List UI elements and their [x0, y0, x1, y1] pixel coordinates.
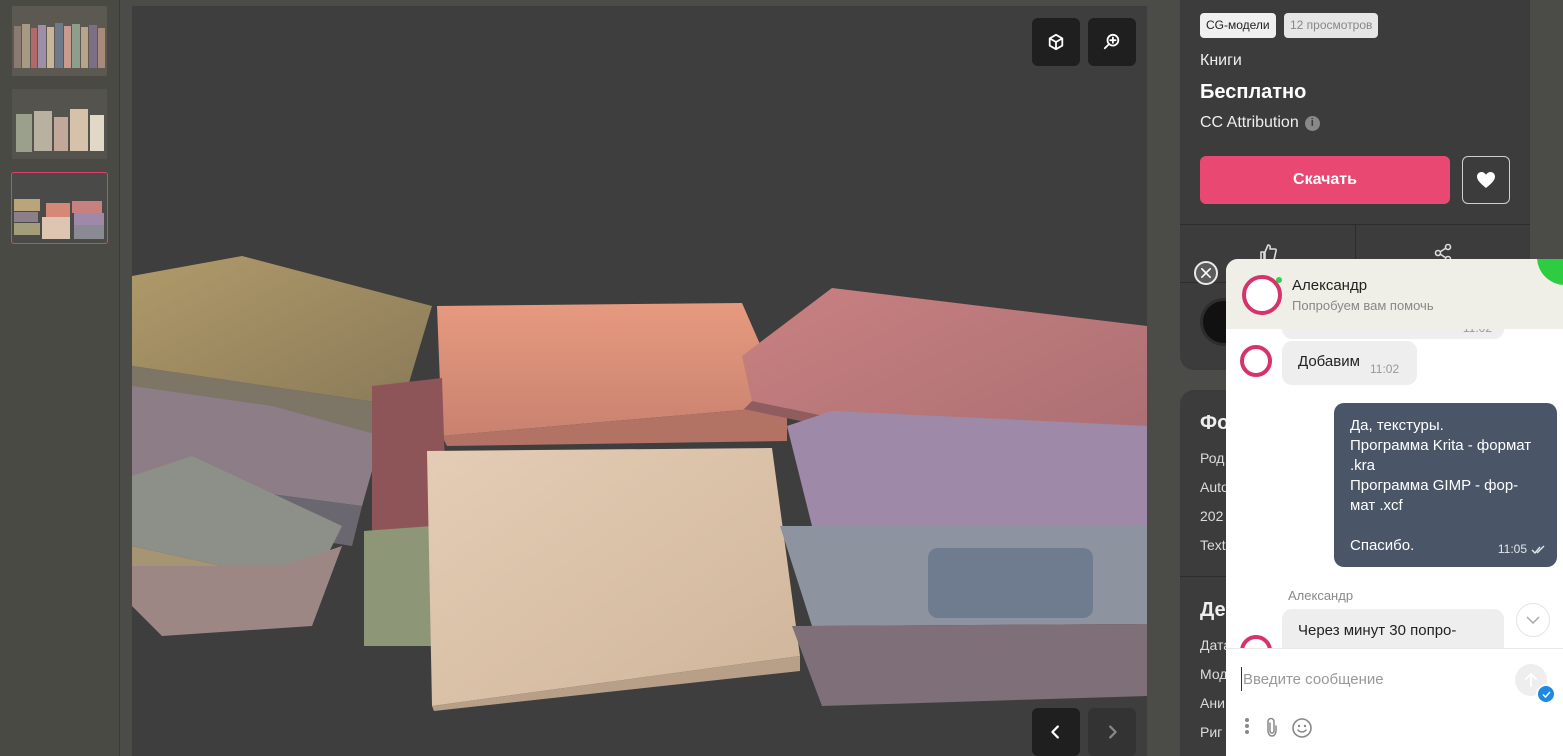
details-row: Род — [1200, 450, 1225, 466]
arrow-up-icon — [1525, 673, 1537, 687]
double-check-icon — [1531, 545, 1545, 554]
views-badge: 12 просмотров — [1284, 13, 1379, 38]
agent-avatar — [1240, 345, 1272, 377]
chat-input-area — [1226, 648, 1563, 756]
chevron-right-icon — [1109, 725, 1117, 739]
message-input[interactable] — [1241, 667, 1501, 691]
favorite-button[interactable] — [1462, 156, 1510, 204]
scroll-down-button[interactable] — [1516, 603, 1550, 637]
next-image-button[interactable] — [1088, 708, 1136, 756]
message-line: Программа Krita - формат .kra — [1350, 437, 1532, 474]
page-gap — [1147, 0, 1180, 756]
message-time: 11:05 — [1497, 542, 1527, 556]
license-label: CC Attribution — [1200, 114, 1299, 131]
details-row: Риг — [1200, 724, 1223, 740]
heart-icon — [1477, 172, 1495, 188]
message-text: Добавим — [1298, 353, 1360, 370]
zoom-in-icon — [1103, 33, 1120, 50]
chevron-down-icon — [1526, 616, 1540, 624]
thumbnail-books-stacks[interactable] — [11, 172, 108, 244]
chat-close-button[interactable] — [1194, 261, 1218, 285]
message-line: Да, текстуры. — [1350, 417, 1444, 434]
product-title: Книги — [1200, 52, 1242, 69]
view-3d-button[interactable] — [1032, 18, 1080, 66]
message-sender: Александр — [1288, 588, 1354, 603]
thumbnail-books-row[interactable] — [12, 6, 107, 76]
chat-header: Александр Попробуем вам помочь — [1226, 259, 1563, 329]
license-row: CC Attribution i — [1200, 114, 1320, 132]
outgoing-message: Да, текстуры. Программа Krita - формат .… — [1334, 403, 1557, 567]
emoji-icon[interactable] — [1291, 717, 1313, 739]
books-render — [132, 256, 1147, 711]
close-icon — [1201, 268, 1211, 278]
thumbnail-books-standing[interactable] — [12, 89, 107, 159]
info-icon[interactable]: i — [1304, 115, 1320, 131]
thumbnail-strip — [0, 0, 120, 756]
check-badge — [1536, 684, 1556, 704]
agent-name: Александр — [1292, 277, 1368, 294]
message-time: 11:02 — [1370, 362, 1400, 376]
section-heading: Фо — [1200, 412, 1230, 434]
status-corner — [1537, 259, 1563, 285]
details-row: Мод — [1200, 666, 1228, 682]
attach-icon[interactable] — [1265, 717, 1279, 737]
details-row: 202 — [1200, 508, 1224, 524]
product-price: Бесплатно — [1200, 81, 1307, 103]
message-line — [1350, 516, 1541, 536]
online-indicator — [1276, 277, 1282, 283]
download-button[interactable]: Скачать — [1200, 156, 1450, 204]
message-meta: 11:05 — [1498, 539, 1545, 559]
details-row: Auto — [1200, 479, 1229, 495]
details-row: Text — [1200, 537, 1226, 553]
more-options-icon[interactable] — [1244, 717, 1250, 735]
agent-status: Попробуем вам помочь — [1292, 298, 1434, 313]
zoom-button[interactable] — [1088, 18, 1136, 66]
message-line: Программа GIMP - фор-мат .xcf — [1350, 477, 1519, 514]
prev-image-button[interactable] — [1032, 708, 1080, 756]
message-text: Через минут 30 попро- — [1298, 622, 1457, 639]
message-bubble: Добавим 11:02 — [1282, 341, 1417, 385]
category-tag[interactable]: CG-модели — [1200, 13, 1276, 38]
model-viewer[interactable] — [132, 6, 1147, 756]
details-row: Ани — [1200, 695, 1225, 711]
chevron-left-icon — [1051, 725, 1059, 739]
check-icon — [1541, 690, 1551, 698]
chat-widget: 11:02 Добавим 11:02 Да, текстуры. Програ… — [1226, 259, 1563, 756]
cube-icon — [1048, 33, 1064, 51]
section-heading: Де — [1200, 599, 1226, 621]
